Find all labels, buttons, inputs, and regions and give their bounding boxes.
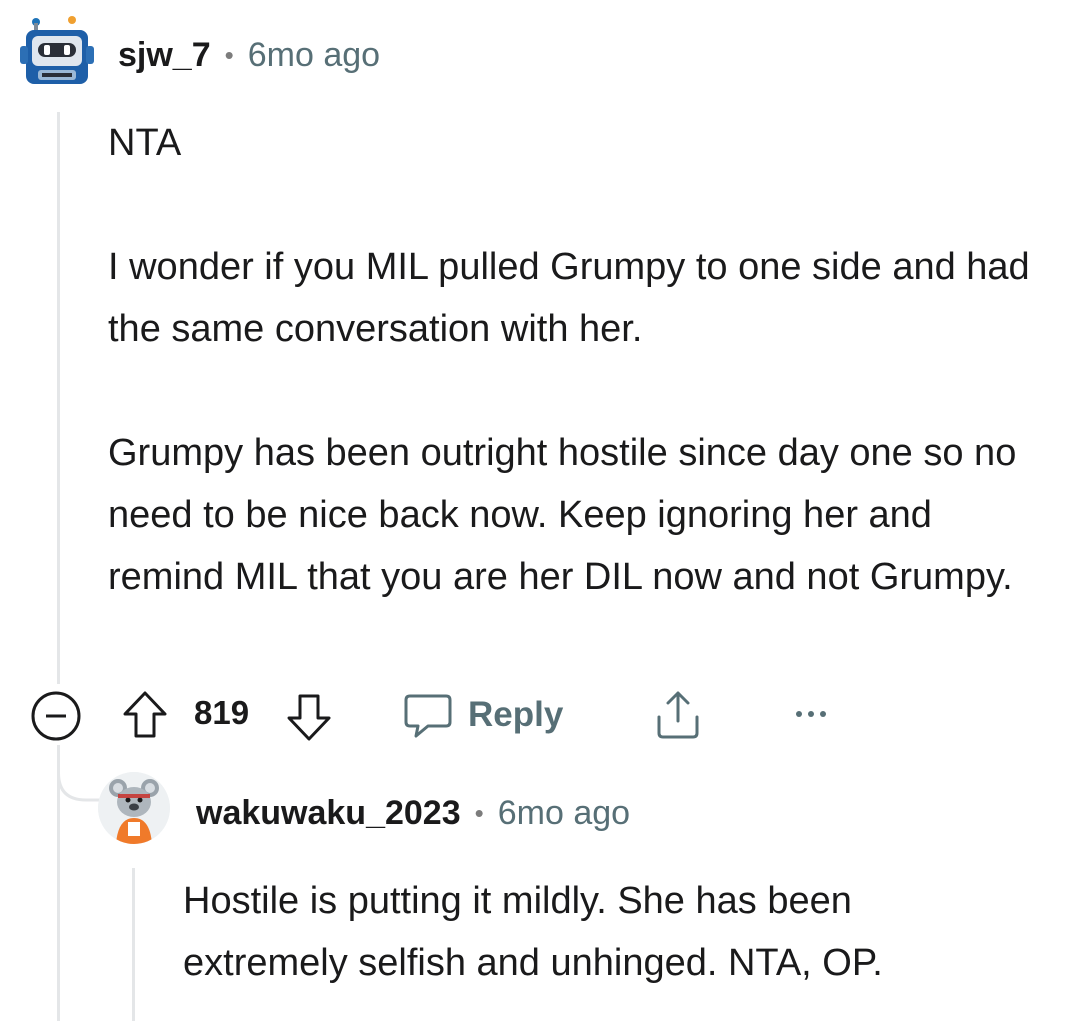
ellipsis-icon (796, 711, 826, 717)
upvote-button[interactable] (120, 688, 170, 742)
vote-score: 819 (194, 694, 250, 731)
reply-button[interactable]: Reply (402, 688, 563, 742)
downvote-button[interactable] (284, 690, 334, 744)
chat-bubble-icon (404, 694, 452, 738)
reply-meta: wakuwaku_2023 • 6mo ago (196, 794, 630, 833)
comment-paragraph: NTA (108, 122, 182, 164)
share-button[interactable] (652, 686, 704, 742)
more-options-button[interactable] (788, 694, 834, 734)
reply-meta-separator: • (474, 798, 484, 828)
share-icon (657, 691, 699, 739)
thread-connector (57, 745, 104, 802)
timestamp[interactable]: 6mo ago (248, 36, 380, 75)
meta-separator: • (224, 40, 234, 70)
robot-avatar-icon (20, 16, 94, 84)
thread-line-reply (132, 868, 135, 1021)
reply-label: Reply (468, 695, 564, 734)
comment-paragraph: I wonder if you MIL pulled Grumpy to one… (108, 246, 1030, 350)
comment-meta: sjw_7 • 6mo ago (118, 36, 380, 75)
arrow-down-icon (287, 694, 331, 741)
reply-paragraph: Hostile is putting it mildly. She has be… (183, 880, 883, 984)
minus-circle-icon (31, 691, 81, 741)
reply-body: Hostile is putting it mildly. She has be… (183, 870, 1003, 994)
comment-body: NTA I wonder if you MIL pulled Grumpy to… (108, 112, 1048, 608)
reply-timestamp[interactable]: 6mo ago (498, 794, 630, 833)
arrow-up-icon (123, 691, 167, 738)
avatar[interactable] (20, 14, 94, 88)
koala-avatar-icon (98, 772, 170, 844)
collapse-button[interactable] (30, 690, 82, 742)
reply-avatar[interactable] (98, 772, 170, 844)
thread-line-main (57, 112, 60, 684)
username[interactable]: sjw_7 (118, 36, 211, 75)
comment-paragraph: Grumpy has been outright hostile since d… (108, 432, 1017, 598)
reply-username[interactable]: wakuwaku_2023 (196, 794, 461, 833)
comment-action-bar: 819 Reply (0, 682, 1080, 746)
